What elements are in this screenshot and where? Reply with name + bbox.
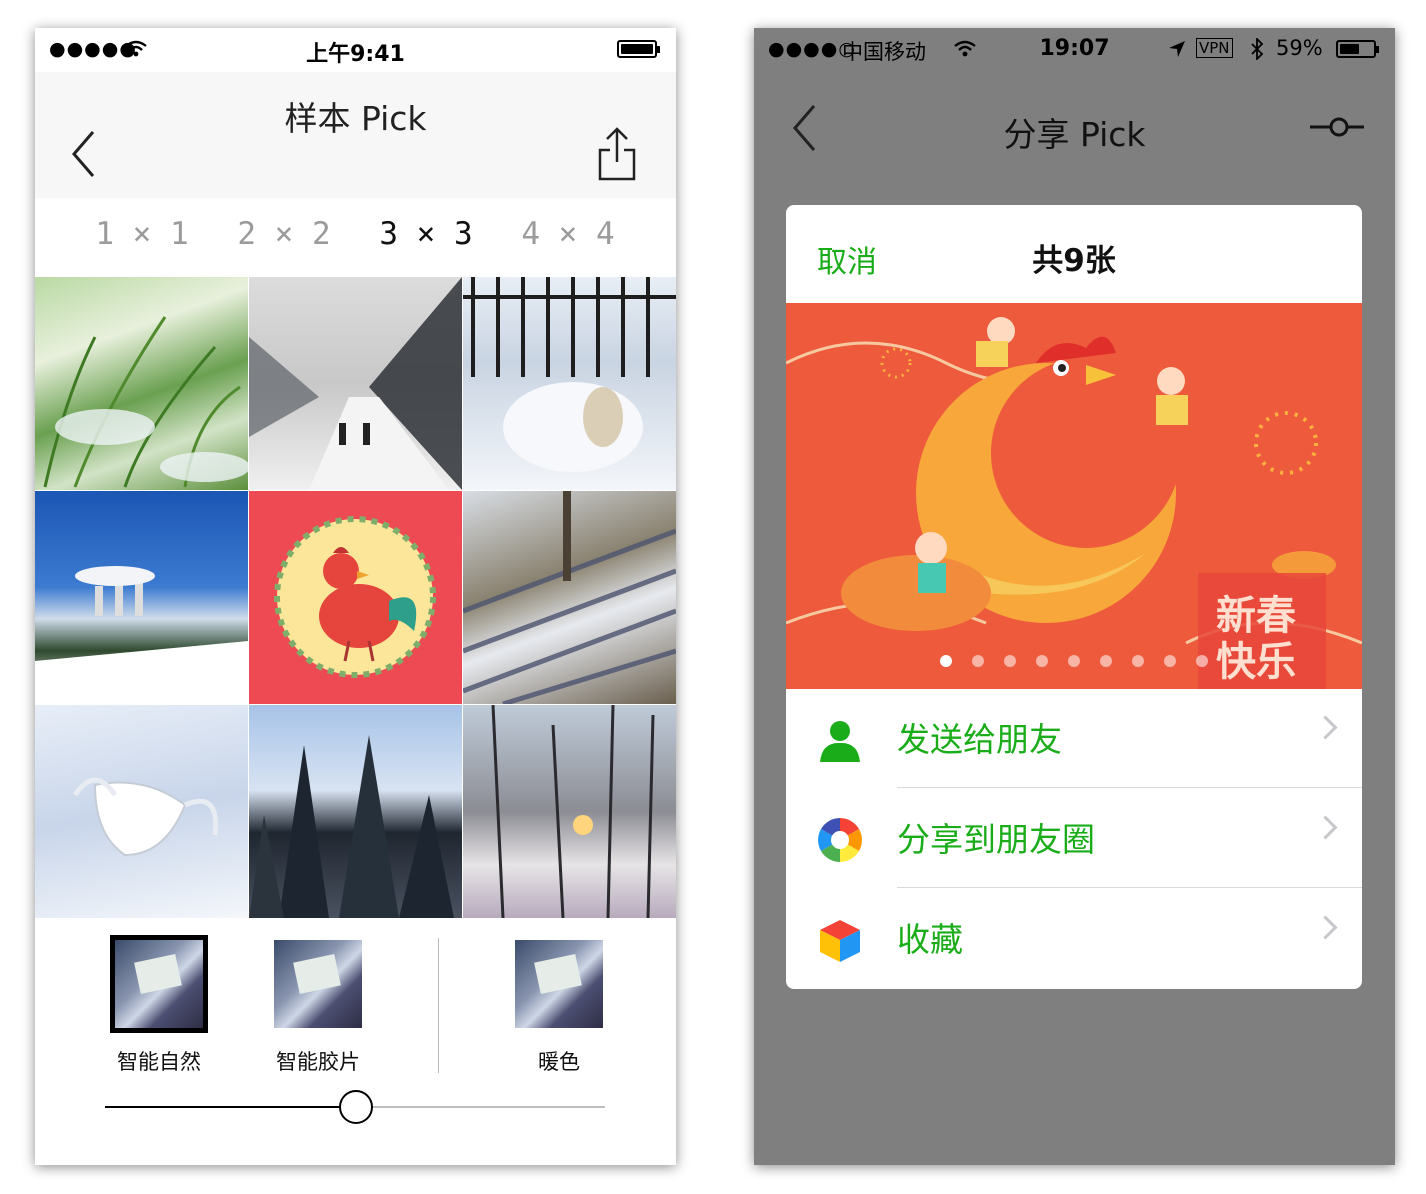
battery-icon [617,40,660,58]
slider-settings-icon[interactable] [1310,114,1364,140]
page-dot [1036,655,1048,667]
favorites-row[interactable]: 收藏 [786,889,1362,988]
filter-smart-film[interactable]: 智能胶片 [263,940,373,1076]
filter-thumbnail [274,940,362,1028]
slider-fill [105,1106,355,1108]
photo-tree-shadows[interactable] [463,491,676,704]
page-title: 分享 Pick [1003,115,1146,154]
share-pick-screen: ●●●●○ 中国移动 19:07 VPN 59% 分享 Pick 取消 共9张 [754,28,1395,1165]
contact-person-icon [820,721,860,762]
filter-label: 暖色 [538,1050,580,1074]
photo-snowy-fence[interactable] [463,277,676,490]
share-to-moments-row[interactable]: 分享到朋友圈 [786,789,1362,888]
photo-rooster-illustration[interactable] [249,491,462,704]
image-count: 共9张 [1032,243,1116,279]
sheet-header: 取消 共9张 [786,205,1362,303]
tab-4x4[interactable]: 4 × 4 [518,216,618,252]
favorites-label: 收藏 [897,920,963,959]
share-sheet: 取消 共9张 新春 快乐 发送给朋友 分享到朋友圈 收藏 [786,205,1362,989]
filter-panel: 智能自然 智能胶片 暖色 [35,918,676,1165]
location-arrow-icon [1169,41,1185,57]
tab-3x3[interactable]: 3 × 3 [376,216,476,252]
filter-thumbnail [110,935,208,1033]
banner-text: 新春 快乐 [1216,593,1296,685]
page-dot [1004,655,1016,667]
page-dot [1132,655,1144,667]
preview-carousel[interactable]: 新春 快乐 [786,303,1362,689]
intensity-slider[interactable] [105,1090,605,1124]
photo-mask-in-snow[interactable] [35,705,248,918]
filter-label: 智能胶片 [276,1050,360,1074]
page-dot [1164,655,1176,667]
filter-warm[interactable]: 暖色 [504,940,614,1076]
chevron-right-icon [1313,715,1338,740]
battery-icon [1336,40,1379,58]
page-dot [940,655,952,667]
send-to-friend-label: 发送给朋友 [897,720,1062,759]
vpn-badge: VPN [1196,38,1233,58]
photo-snowy-road[interactable] [249,277,462,490]
row-divider [897,787,1362,788]
filter-divider [438,938,439,1073]
share-icon[interactable] [597,126,637,182]
bluetooth-icon [1251,38,1264,60]
status-bar: ●●●●● 上午9:41 [35,28,676,72]
filter-smart-natural[interactable]: 智能自然 [104,935,214,1076]
chevron-right-icon [1313,915,1338,940]
moments-aperture-icon [818,818,862,862]
share-to-moments-label: 分享到朋友圈 [897,820,1095,859]
tab-2x2[interactable]: 2 × 2 [234,216,334,252]
battery-percent: 59% [1276,36,1323,60]
page-dot [1196,655,1208,667]
status-time: 上午9:41 [306,42,405,67]
chevron-right-icon [1313,815,1338,840]
slider-thumb[interactable] [339,1090,373,1124]
filter-label: 智能自然 [117,1050,201,1074]
grid-size-tabs: 1 × 1 2 × 2 3 × 3 4 × 4 [35,196,676,286]
page-title: 样本 Pick [284,99,427,138]
photo-snowy-grass[interactable] [35,277,248,490]
sample-pick-screen: ●●●●● 上午9:41 样本 Pick 1 × 1 2 × 2 3 × 3 4… [35,28,676,1165]
favorites-cube-icon [820,920,860,962]
banner-text-line1: 新春 [1216,593,1296,639]
page-dot [1100,655,1112,667]
send-to-friend-row[interactable]: 发送给朋友 [786,689,1362,788]
photo-snowy-pines[interactable] [249,705,462,918]
photo-grid [35,277,676,918]
status-bar: ●●●●○ 中国移动 19:07 VPN 59% [754,28,1395,72]
photo-winter-sunset-trees[interactable] [463,705,676,918]
photo-power-plant[interactable] [35,491,248,704]
filter-thumbnail [515,940,603,1028]
row-divider [897,887,1362,888]
tab-1x1[interactable]: 1 × 1 [92,216,192,252]
page-dot [1068,655,1080,667]
page-dot [972,655,984,667]
page-indicator [786,652,1362,671]
navigation-bar: 样本 Pick [35,72,676,198]
